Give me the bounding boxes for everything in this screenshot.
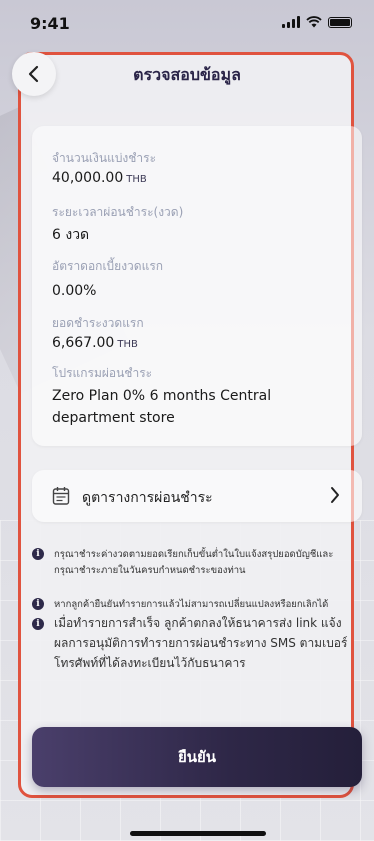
confirm-button[interactable]: ยืนยัน [32,727,362,787]
term-value: 6 งวด [52,227,90,243]
signal-icon [282,16,300,28]
first-payment-value: 6,667.00 [52,335,115,351]
first-payment-label: ยอดชำระงวดแรก [52,316,144,330]
info-icon: i [32,598,44,610]
plan-value: Zero Plan 0% 6 months Central department… [52,388,272,426]
amount-label: จำนวนเงินแบ่งชำระ [52,151,157,165]
status-icons [282,16,352,28]
info-icon: i [32,618,44,630]
info-icon: i [32,548,44,560]
note-text: เมื่อทำรายการสำเร็จ ลูกค้าตกลงให้ธนาคารส… [54,616,348,670]
battery-icon [328,16,352,28]
view-schedule-label: ดูตารางการผ่อนชำระ [82,490,213,506]
wifi-icon [306,16,322,28]
rate-label: อัตราดอกเบี้ยงวดแรก [52,259,164,273]
first-payment-unit: THB [117,339,138,350]
note-item: i กรุณาชำระค่างวดตามยอดเรียกเก็บขั้นต่ำใ… [32,547,352,583]
amount-unit: THB [126,174,147,185]
first-payment-value-row: 6,667.00 THB [52,335,138,351]
status-time: 9:41 [30,14,70,33]
view-schedule-button[interactable]: ดูตารางการผ่อนชำระ [32,470,362,522]
plan-label: โปรแกรมผ่อนชำระ [52,366,153,380]
note-item: i เมื่อทำรายการสำเร็จ ลูกค้าตกลงให้ธนาคา… [32,613,352,683]
home-indicator [130,831,266,836]
amount-value: 40,000.00 [52,170,124,186]
amount-value-row: 40,000.00 THB [52,170,147,186]
note-text: กรุณาชำระค่างวดตามยอดเรียกเก็บขั้นต่ำในใ… [54,549,334,576]
term-label: ระยะเวลาผ่อนชำระ(งวด) [52,205,184,219]
note-text: หากลูกค้ายืนยันทำรายการแล้วไม่สามารถเปลี… [54,599,329,610]
rate-value: 0.00% [52,283,97,299]
status-bar: 9:41 [0,0,374,44]
calendar-icon [52,487,70,505]
page-title: ตรวจสอบข้อมูล [133,65,241,84]
chevron-right-icon [331,487,339,503]
